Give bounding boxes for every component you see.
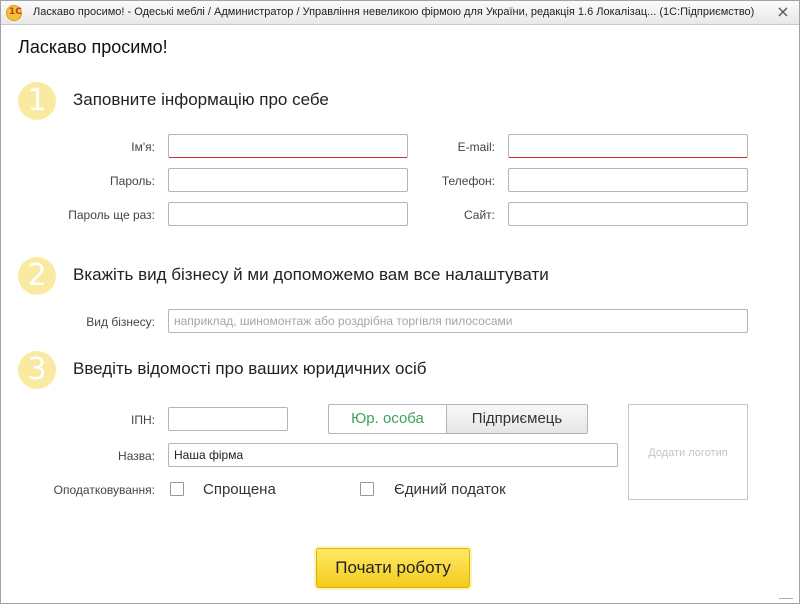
step-2-badge: 2 [18, 257, 56, 295]
phone-input[interactable] [508, 168, 748, 192]
password-repeat-label: Пароль ще раз: [68, 208, 155, 222]
phone-label: Телефон: [441, 174, 495, 188]
company-name-label: Назва: [118, 449, 155, 463]
ipn-input[interactable] [168, 407, 288, 431]
taxation-label: Оподатковування: [53, 483, 155, 497]
name-input[interactable] [168, 134, 408, 158]
step-3-title: Введіть відомості про ваших юридичних ос… [73, 359, 427, 378]
step-1-badge: 1 [18, 82, 56, 120]
title-bar: 1C Ласкаво просимо! - Одеські меблі / Ад… [1, 1, 799, 25]
step-1-title: Заповните інформацію про себе [73, 90, 329, 109]
entrepreneur-option[interactable]: Підприємець [446, 404, 588, 434]
step-3-badge: 3 [18, 351, 56, 389]
business-type-label: Вид бізнесу: [86, 315, 155, 329]
simplified-tax-checkbox[interactable] [170, 482, 184, 496]
company-name-input[interactable] [168, 443, 618, 467]
add-logo-button[interactable]: Додати логотип [628, 404, 748, 500]
site-input[interactable] [508, 202, 748, 226]
password-label: Пароль: [110, 174, 155, 188]
email-input[interactable] [508, 134, 748, 158]
resize-grip[interactable] [779, 598, 793, 601]
password-repeat-input[interactable] [168, 202, 408, 226]
step-2-title: Вкажіть вид бізнесу й ми допоможемо вам … [73, 265, 549, 284]
1c-app-icon[interactable]: 1C [6, 5, 22, 21]
welcome-window: 1C Ласкаво просимо! - Одеські меблі / Ад… [0, 0, 800, 604]
password-input[interactable] [168, 168, 408, 192]
single-tax-checkbox[interactable] [360, 482, 374, 496]
site-label: Сайт: [463, 208, 495, 222]
ipn-label: ІПН: [131, 413, 155, 427]
legal-entity-option[interactable]: Юр. особа [328, 404, 447, 434]
business-type-input[interactable] [168, 309, 748, 333]
window-title: Ласкаво просимо! - Одеські меблі / Админ… [33, 6, 755, 18]
name-label: Ім'я: [131, 140, 155, 154]
app-icon-text: 1C [9, 7, 22, 17]
close-icon[interactable]: × [775, 4, 791, 20]
simplified-tax-label[interactable]: Спрощена [203, 481, 276, 498]
single-tax-label[interactable]: Єдиний податок [394, 481, 506, 498]
page-title: Ласкаво просимо! [18, 37, 168, 57]
email-label: E-mail: [457, 140, 495, 154]
start-work-button[interactable]: Почати роботу [316, 548, 470, 588]
